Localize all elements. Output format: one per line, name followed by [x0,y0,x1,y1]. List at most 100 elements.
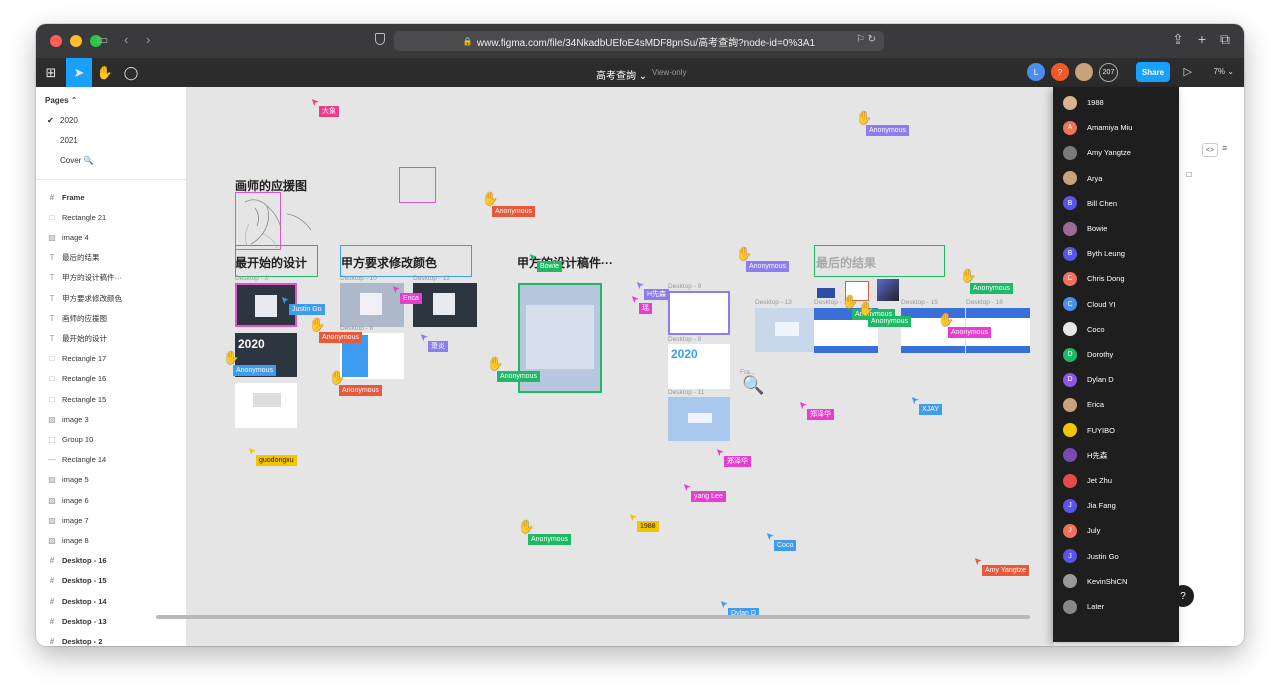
page-item[interactable]: 2020 [60,116,78,125]
avatar[interactable] [1075,63,1093,81]
collaborator-item[interactable]: J Jia Fang [1053,493,1179,518]
help-button[interactable]: ? [1172,585,1194,607]
layer-item[interactable]: T 甲方要求修改颜色 [36,288,187,308]
page-item[interactable]: 2021 [60,136,78,145]
layer-item[interactable]: ▨ image 3 [36,409,187,429]
design-canvas[interactable]: 画师的应援图 最开始的设计 甲方要求修改颜色 甲方的设计稿件··· 最后的结果 … [187,87,1053,646]
collaborator-name: Coco [1087,324,1105,334]
collaborator-item[interactable]: J Justin Go [1053,544,1179,569]
close-window-button[interactable] [50,35,62,47]
layer-item[interactable]: □ Rectangle 21 [36,207,187,227]
sidebar-toggle-icon[interactable]: ▭ [96,32,108,48]
layer-item[interactable]: T 最后的结果 [36,248,187,268]
desktop-frame-thumb[interactable] [668,397,730,441]
page-item[interactable]: Cover 🔍 [60,156,94,165]
present-play-icon[interactable]: ▷ [1184,65,1192,78]
collaborator-count[interactable]: 207 [1099,63,1118,82]
collaborator-item[interactable]: Jet Zhu [1053,468,1179,493]
share-button[interactable]: Share [1136,62,1170,82]
avatar: J [1063,498,1077,513]
desktop-frame-thumb[interactable] [235,383,297,428]
code-icon[interactable]: <> [1202,143,1218,157]
tabs-overview-icon[interactable]: ⧉ [1220,31,1230,48]
layer-item[interactable]: # Desktop - 16 [36,551,187,571]
collaborator-item[interactable]: C Cloud YI [1053,292,1179,317]
layer-item[interactable]: T 甲方的设计稿件··· [36,268,187,288]
collaborator-item[interactable]: Erica [1053,392,1179,417]
cursor-name-tag: Anonymous [492,206,535,217]
desktop-frame-thumb[interactable] [668,291,730,335]
desktop-frame-thumb[interactable] [755,308,819,352]
hand-cursor-icon: ✋ [518,519,535,534]
layer-item[interactable]: ⬚ Group 10 [36,429,187,449]
layer-item[interactable]: ▨ image 8 [36,530,187,550]
collaborator-item[interactable]: B Byth Leung [1053,241,1179,266]
main-menu-icon[interactable]: ⊞ [36,58,66,87]
collaborator-item[interactable]: Bowie [1053,216,1179,241]
avatar[interactable]: L [1027,63,1045,81]
forward-icon[interactable]: › [146,32,150,47]
sketch-illustration[interactable] [237,194,317,250]
collaborator-item[interactable]: J July [1053,518,1179,543]
list-icon[interactable]: ≡ [1222,143,1227,153]
collaborator-item[interactable]: Amy Yangtze [1053,140,1179,165]
collaborator-item[interactable]: KevinShiCN [1053,569,1179,594]
layer-label: image 7 [62,515,89,525]
horizontal-scrollbar[interactable] [156,615,1030,619]
hand-tool-icon[interactable]: ✋ [92,58,118,87]
avatar[interactable]: ? [1051,63,1069,81]
layer-item[interactable]: — Rectangle 14 [36,450,187,470]
collaborator-item[interactable]: A Amamiya Miu [1053,115,1179,140]
layer-item[interactable]: T 画师的应援图 [36,308,187,328]
comment-tool-icon[interactable]: ◯ [118,58,144,87]
layer-item[interactable]: # Desktop - 15 [36,571,187,591]
collaborator-item[interactable]: B Bill Chen [1053,191,1179,216]
collaborator-item[interactable]: Arya [1053,166,1179,191]
layer-item[interactable]: □ Rectangle 15 [36,389,187,409]
zoom-level[interactable]: 7% ⌄ [1214,67,1235,76]
avatar [1063,423,1077,438]
layer-item[interactable]: ▨ image 7 [36,510,187,530]
collaborator-avatars[interactable]: L ? 207 [1027,63,1118,82]
desktop-frame-thumb[interactable] [413,283,477,327]
desktop-frame-thumb[interactable] [235,283,297,327]
layer-item[interactable]: T 最开始的设计 [36,328,187,348]
layer-item[interactable]: □ Rectangle 17 [36,349,187,369]
layer-item[interactable]: ▨ image 5 [36,470,187,490]
layer-item[interactable]: ▨ image 4 [36,227,187,247]
collaborator-item[interactable]: D Dylan D [1053,367,1179,392]
new-tab-icon[interactable]: + [1198,31,1206,48]
collaborator-item[interactable]: H先森 [1053,443,1179,468]
collaborator-item[interactable]: 1988 [1053,90,1179,115]
avatar [1063,448,1077,463]
layer-item[interactable]: # Desktop - 2 [36,631,187,646]
collaborator-item[interactable]: Later [1053,594,1179,619]
image-thumb[interactable] [817,288,835,298]
layer-type-icon: # [49,192,55,202]
image-thumb[interactable] [877,279,899,301]
reload-icon[interactable]: ⚐ ↻ [856,34,876,45]
share-icon[interactable]: ⇪ [1172,31,1184,48]
browser-window: ▭ ‹ › 🔒 www.figma.com/file/34NkadbUEfoE4… [36,24,1244,646]
back-icon[interactable]: ‹ [124,32,128,47]
desktop-frame-thumb[interactable]: 2020 [668,344,730,389]
collaborator-item[interactable]: FUYIBO [1053,418,1179,443]
layer-item[interactable]: # Frame [36,187,187,207]
file-title[interactable]: 高考查詢 ⌄ [596,67,647,82]
address-bar[interactable]: 🔒 www.figma.com/file/34NkadbUEfoE4sMDF8p… [394,31,884,51]
layer-item[interactable]: # Desktop - 14 [36,591,187,611]
layer-item[interactable]: ▨ image 6 [36,490,187,510]
collaborator-item[interactable]: C Chris Dong [1053,266,1179,291]
privacy-shield-icon[interactable] [375,33,385,45]
collaborator-item[interactable]: D Dorothy [1053,342,1179,367]
layer-label: 画师的应援图 [62,313,107,323]
minimize-window-button[interactable] [70,35,82,47]
pages-header[interactable]: Pages ⌃ [45,96,78,105]
layer-item[interactable]: □ Rectangle 16 [36,369,187,389]
collaborator-name: July [1087,526,1101,536]
hand-cursor-icon: ✋ [329,370,346,385]
collaborator-item[interactable]: Coco [1053,317,1179,342]
checkbox-icon[interactable]: ☐ [1186,171,1192,179]
move-tool-icon[interactable]: ➤ [66,58,92,87]
layer-type-icon: T [49,313,55,323]
